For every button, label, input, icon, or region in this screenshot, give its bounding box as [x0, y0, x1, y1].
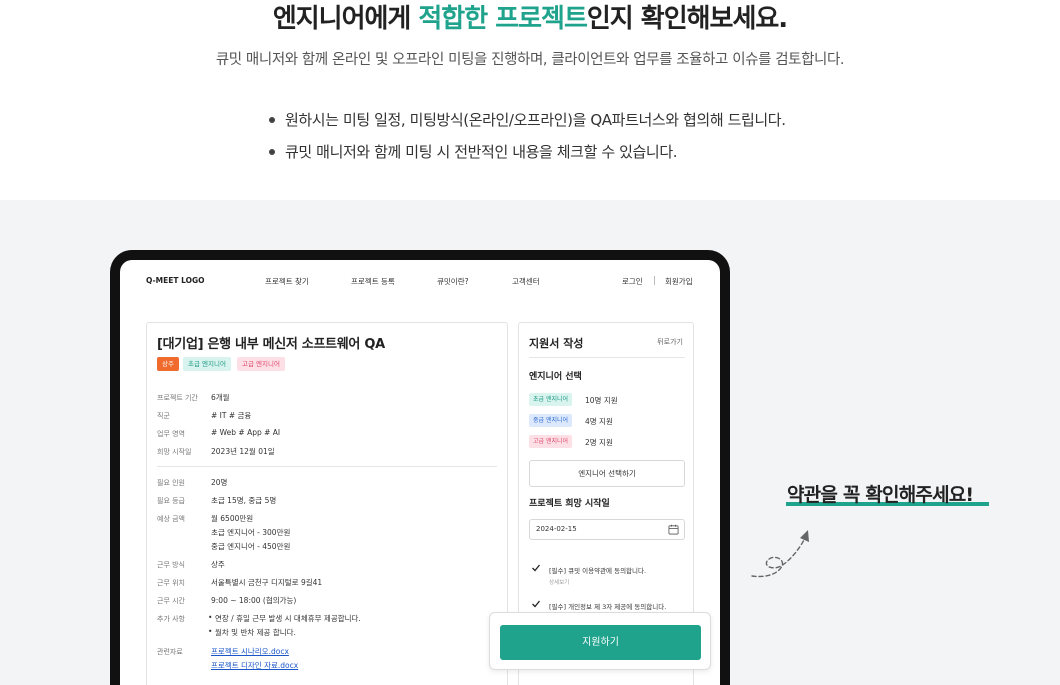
callout-text: 약관을 꼭 확인해주세요!	[787, 484, 974, 506]
detail-link[interactable]: 상세보기	[549, 578, 569, 586]
hero-title: 엔지니어에게 적합한 프로젝트인지 확인해보세요.	[272, 4, 788, 34]
nav-divider	[654, 276, 655, 285]
row-label: 근무 시간	[157, 597, 185, 605]
start-date-section-title: 프로젝트 희망 시작일	[529, 499, 610, 509]
application-title: 지원서 작성	[529, 337, 584, 350]
row-label: 업무 영역	[157, 430, 185, 438]
row-label: 직군	[157, 412, 170, 420]
back-link[interactable]: 뒤로가기	[657, 337, 683, 347]
row-label: 프로젝트 기간	[157, 394, 198, 402]
row-label: 근무 위치	[157, 579, 185, 587]
apply-submit-button[interactable]: 지원하기	[500, 625, 701, 660]
row-label: 예상 금액	[157, 515, 185, 523]
agreement-privacy-label: [필수] 개인정보 제 3자 제공에 동의합니다.	[549, 603, 667, 611]
row-value: 2023년 12월 01일	[211, 447, 275, 456]
nav-find-project[interactable]: 프로젝트 찾기	[265, 276, 309, 287]
level-count: 2명 지원	[585, 438, 613, 447]
curly-arrow-icon	[751, 530, 809, 578]
row-value: 초급 15명, 중급 5명	[211, 496, 277, 505]
hero-bullet: 큐밋 매니저와 함께 미팅 시 전반적인 내용을 체크할 수 있습니다.	[268, 136, 786, 168]
project-title: [대기업] 은행 내부 메신저 소프트웨어 QA	[157, 337, 385, 352]
tag-junior: 초급 엔지니어	[183, 357, 231, 371]
row-label: 필요 인원	[157, 479, 185, 487]
file-link[interactable]: 프로젝트 디자인 자료.docx	[211, 660, 298, 671]
checkmark-icon[interactable]	[531, 563, 541, 573]
select-engineer-button[interactable]: 엔지니어 선택하기	[529, 460, 685, 487]
level-count: 10명 지원	[585, 396, 618, 405]
row-value: 서울특별시 금천구 디지털로 9길41	[211, 578, 323, 587]
site-logo[interactable]: Q-MEET LOGO	[146, 276, 204, 285]
nav-support[interactable]: 고객센터	[512, 276, 540, 287]
engineer-section-title: 엔지니어 선택	[529, 372, 582, 382]
row-value: 상주	[211, 560, 225, 569]
level-tag-mid: 중급 엔지니어	[529, 414, 573, 427]
tag-onsite: 상주	[157, 357, 179, 371]
row-label: 근무 방식	[157, 561, 185, 569]
row-value: 월 6500만원	[211, 514, 254, 523]
row-value: 9:00 ~ 18:00 (협의가능)	[211, 596, 297, 605]
tag-senior: 고급 엔지니어	[237, 357, 285, 371]
row-label: 희망 시작일	[157, 448, 192, 456]
file-link[interactable]: 프로젝트 시나리오.docx	[211, 646, 289, 657]
nav-signup[interactable]: 회원가입	[665, 276, 693, 287]
calendar-icon[interactable]	[668, 524, 679, 535]
agreement-terms-label: [필수] 큐밋 이용약관에 동의합니다.	[549, 567, 647, 575]
nav-register-project[interactable]: 프로젝트 등록	[351, 276, 395, 287]
checkmark-icon[interactable]	[531, 599, 541, 609]
extra-bullet: 월차 및 반차 제공 합니다.	[208, 627, 296, 638]
project-detail-card: [대기업] 은행 내부 메신저 소프트웨어 QA 상주 초급 엔지니어 고급 엔…	[146, 322, 508, 685]
application-divider	[529, 357, 685, 358]
section-divider	[157, 466, 497, 467]
hero-bullet: 원하시는 미팅 일정, 미팅방식(온라인/오프라인)을 QA파트너스와 협의해 …	[268, 104, 786, 136]
row-label: 추가 사항	[157, 615, 185, 623]
row-label: 필요 등급	[157, 497, 185, 505]
row-value: 6개월	[211, 393, 230, 402]
level-count: 4명 지원	[585, 417, 613, 426]
row-value: # Web # App # AI	[211, 428, 281, 437]
level-tag-senior: 고급 엔지니어	[529, 435, 573, 448]
submit-card: 지원하기	[489, 612, 711, 670]
extra-bullet: 연장 / 휴일 근무 발생 시 대체휴무 제공합니다.	[208, 613, 361, 624]
row-value: # IT # 금융	[211, 411, 252, 420]
amount-detail: 초급 엔지니어 - 300만원	[211, 528, 291, 537]
hero-section: 엔지니어에게 적합한 프로젝트인지 확인해보세요. 큐밋 매니저와 함께 온라인…	[0, 0, 1060, 200]
hero-title-highlight: 적합한 프로젝트	[418, 4, 587, 34]
start-date-input[interactable]: 2024-02-15	[529, 519, 685, 540]
nav-about[interactable]: 큐밋이란?	[437, 276, 469, 287]
nav-login[interactable]: 로그인	[622, 276, 643, 287]
start-date-value: 2024-02-15	[536, 525, 577, 533]
hero-bullet-list: 원하시는 미팅 일정, 미팅방식(온라인/오프라인)을 QA파트너스와 협의해 …	[268, 104, 786, 168]
amount-detail: 중급 엔지니어 - 450만원	[211, 542, 291, 551]
hero-subtitle: 큐밋 매니저와 함께 온라인 및 오프라인 미팅을 진행하며, 클라이언트와 업…	[215, 52, 845, 68]
site-nav: Q-MEET LOGO 프로젝트 찾기 프로젝트 등록 큐밋이란? 고객센터 로…	[120, 260, 720, 300]
row-label: 관련자료	[157, 648, 183, 656]
level-tag-junior: 초급 엔지니어	[529, 393, 573, 406]
row-value: 20명	[211, 478, 228, 487]
